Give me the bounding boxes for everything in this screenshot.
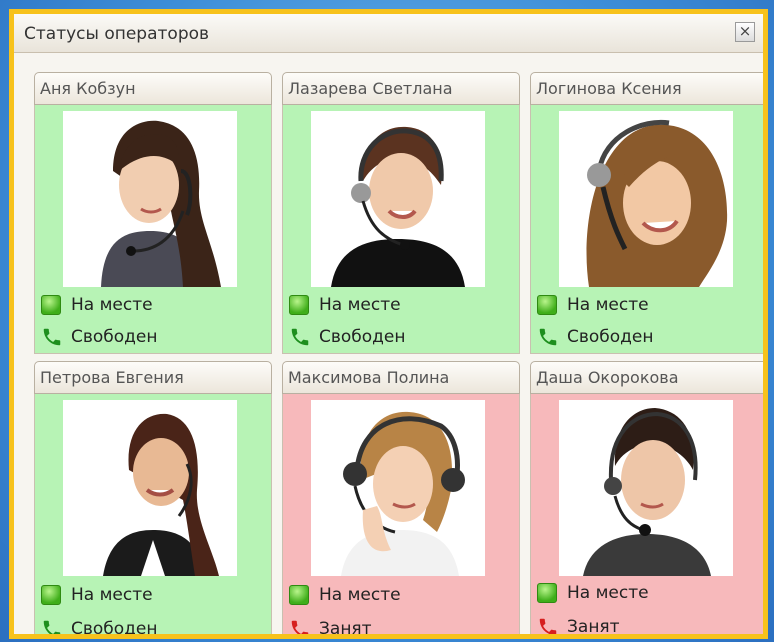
presence-row: На месте	[537, 583, 649, 607]
presence-text: На месте	[71, 295, 153, 315]
phone-free-icon	[43, 620, 61, 634]
operator-name: Аня Кобзун	[34, 72, 272, 105]
operator-card-body: На месте Свободен	[34, 105, 272, 354]
call-status-row: Свободен	[537, 326, 654, 350]
call-status-text: Занят	[319, 619, 372, 639]
call-status-row: Свободен	[41, 326, 158, 350]
call-status-row: Свободен	[289, 326, 406, 350]
presence-row: На месте	[41, 295, 153, 319]
operator-card-body: На месте Занят	[530, 394, 763, 637]
operator-name: Петрова Евгения	[34, 361, 272, 394]
presence-icon	[537, 295, 557, 315]
operator-grid: Аня Кобзун На месте Свободен Лазарева Св…	[14, 14, 763, 634]
operator-card-body: На месте Занят	[282, 394, 520, 639]
presence-row: На месте	[537, 295, 649, 319]
operator-name: Лазарева Светлана	[282, 72, 520, 105]
operator-card[interactable]: Лазарева Светлана На месте Свободен	[282, 72, 520, 354]
phone-free-icon	[43, 328, 61, 346]
presence-text: На месте	[567, 583, 649, 603]
presence-row: На месте	[41, 585, 153, 609]
operator-name: Логинова Ксения	[530, 72, 763, 105]
operator-card[interactable]: Петрова Евгения На месте Свободен	[34, 361, 272, 639]
operator-card-body: На месте Свободен	[282, 105, 520, 354]
operator-photo	[311, 111, 485, 287]
call-status-text: Свободен	[567, 327, 654, 347]
operator-card-body: На месте Свободен	[530, 105, 763, 354]
phone-free-icon	[291, 328, 309, 346]
presence-text: На месте	[567, 295, 649, 315]
presence-row: На месте	[289, 585, 401, 609]
operator-photo	[63, 111, 237, 287]
presence-text: На месте	[319, 295, 401, 315]
operator-card-body: На месте Свободен	[34, 394, 272, 639]
operator-card[interactable]: Даша Окорокова На месте Занят	[530, 361, 763, 637]
operator-name: Даша Окорокова	[530, 361, 763, 394]
operator-photo	[63, 400, 237, 576]
operator-card[interactable]: Максимова Полина На месте Занят	[282, 361, 520, 639]
operator-card[interactable]: Логинова Ксения На месте Свободен	[530, 72, 763, 354]
call-status-row: Свободен	[41, 618, 158, 639]
presence-icon	[289, 585, 309, 605]
presence-row: На месте	[289, 295, 401, 319]
operator-status-window: Статусы операторов × Аня Кобзун На месте…	[9, 9, 768, 639]
operator-photo	[559, 400, 733, 576]
presence-icon	[289, 295, 309, 315]
presence-icon	[41, 295, 61, 315]
operator-photo	[559, 111, 733, 287]
call-status-text: Свободен	[71, 619, 158, 639]
call-status-text: Занят	[567, 617, 620, 637]
call-status-row: Занят	[289, 618, 372, 639]
phone-free-icon	[539, 328, 557, 346]
call-status-text: Свободен	[71, 327, 158, 347]
operator-photo	[311, 400, 485, 576]
presence-icon	[537, 583, 557, 603]
phone-busy-icon	[539, 618, 557, 634]
operator-name: Максимова Полина	[282, 361, 520, 394]
operator-card[interactable]: Аня Кобзун На месте Свободен	[34, 72, 272, 354]
presence-text: На месте	[319, 585, 401, 605]
call-status-text: Свободен	[319, 327, 406, 347]
presence-text: На месте	[71, 585, 153, 605]
presence-icon	[41, 585, 61, 605]
phone-busy-icon	[291, 620, 309, 634]
call-status-row: Занят	[537, 616, 620, 637]
